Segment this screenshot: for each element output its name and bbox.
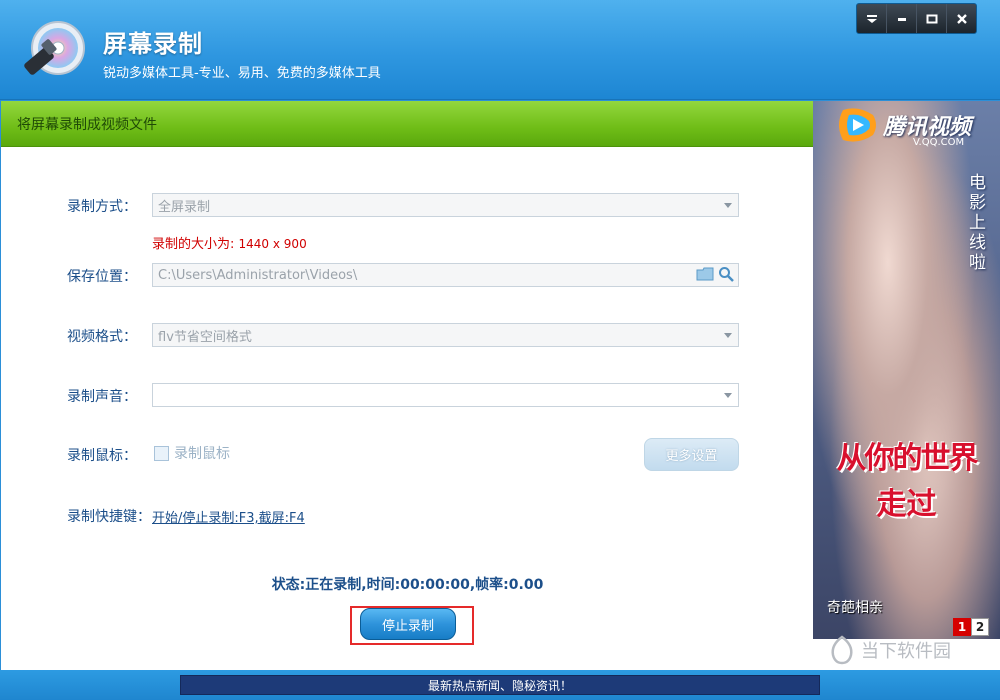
ad-headline-2: 走过 (876, 487, 937, 522)
video-format-value: flv节省空间格式 (158, 329, 252, 345)
chevron-down-icon (724, 333, 732, 338)
record-mouse-checkbox[interactable] (154, 446, 169, 461)
video-format-label: 视频格式： (67, 329, 137, 345)
close-button[interactable] (947, 4, 976, 33)
window-controls (856, 3, 977, 34)
record-mode-select[interactable]: 全屏录制 (152, 193, 739, 217)
folder-icon[interactable] (696, 267, 714, 281)
news-ticker[interactable]: 最新热点新闻、隐秘资讯！ (180, 675, 820, 695)
watermark-logo-icon (831, 635, 853, 665)
chevron-down-icon (724, 393, 732, 398)
record-mouse-checkbox-label[interactable]: 录制鼠标 (174, 443, 230, 463)
ad-brand-sub: V.QQ.COM (913, 137, 965, 148)
ad-headline: 从你的世界 (836, 441, 979, 476)
ad-panel[interactable]: 腾讯视频 V.QQ.COM 电影上线啦 从你的世界 走过 奇葩相亲 1 2 当下… (813, 101, 1000, 670)
video-format-select[interactable]: flv节省空间格式 (152, 323, 739, 347)
ad-pager: 1 2 (953, 618, 989, 636)
chevron-down-icon (724, 203, 732, 208)
mouse-label: 录制鼠标： (67, 448, 137, 464)
record-mode-value: 全屏录制 (158, 199, 211, 215)
audio-select[interactable] (152, 383, 739, 407)
ad-bottom-label: 奇葩相亲 (827, 600, 883, 616)
record-size-prefix: 录制的大小为: (152, 237, 235, 252)
close-icon (956, 13, 967, 24)
record-size-note: 录制的大小为: 1440 x 900 (152, 233, 307, 252)
title-bar: 屏幕录制 锐动多媒体工具-专业、易用、免费的多媒体工具 (0, 0, 1000, 100)
maximize-button[interactable] (917, 4, 947, 33)
more-settings-button[interactable]: 更多设置 (644, 438, 739, 471)
ad-image[interactable]: 腾讯视频 V.QQ.COM 电影上线啦 从你的世界 走过 奇葩相亲 1 2 (813, 101, 1000, 639)
hotkeys-label: 录制快捷键： (67, 509, 151, 525)
minimize-button[interactable] (887, 4, 917, 33)
app-title: 屏幕录制 (103, 30, 203, 58)
tencent-video-logo-icon (839, 108, 876, 142)
footer-bar: 最新热点新闻、隐秘资讯！ (0, 670, 1000, 700)
save-location-field[interactable]: C:\Users\Administrator\Videos\ (152, 263, 739, 287)
minimize-icon (897, 17, 906, 21)
search-icon[interactable] (718, 266, 734, 282)
hotkeys-link[interactable]: 开始/停止录制:F3,截屏:F4 (152, 507, 305, 526)
save-location-value: C:\Users\Administrator\Videos\ (158, 267, 358, 283)
save-location-label: 保存位置： (67, 269, 137, 285)
ad-page-2[interactable]: 2 (971, 618, 989, 636)
recording-status: 状态:正在录制,时间:00:00:00,帧率:0.00 (271, 577, 544, 593)
record-size-value: 1440 x 900 (238, 237, 307, 251)
menu-button[interactable] (857, 4, 887, 33)
watermark-text: 当下软件园 (861, 641, 951, 662)
app-subtitle: 锐动多媒体工具-专业、易用、免费的多媒体工具 (103, 66, 381, 81)
app-logo-icon (24, 21, 85, 75)
watermark: 当下软件园 (829, 635, 951, 665)
record-mode-label: 录制方式： (67, 199, 137, 215)
audio-label: 录制声音： (67, 389, 137, 405)
menu-icon (866, 14, 877, 23)
main-panel: 将屏幕录制成视频文件 录制方式： 全屏录制 录制的大小为: 1440 x 900… (0, 101, 813, 670)
section-title: 将屏幕录制成视频文件 (1, 101, 813, 147)
stop-recording-button[interactable]: 停止录制 (360, 608, 456, 640)
maximize-icon (926, 14, 937, 23)
ad-page-1[interactable]: 1 (953, 618, 971, 636)
ad-vertical-text: 电影上线啦 (969, 173, 986, 273)
